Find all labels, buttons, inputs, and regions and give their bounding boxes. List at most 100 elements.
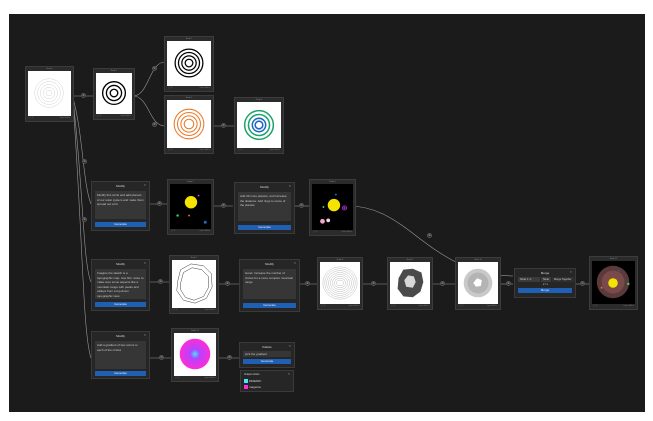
panel-title: Merge [540,271,550,275]
open-editor-button[interactable]: Open Editor [341,230,352,235]
plus-icon: ⊕ [160,355,163,359]
merge-input-a[interactable]: Node 1 / ▾ [518,277,540,282]
open-editor-button[interactable]: Open Editor [269,148,280,153]
node-canvas[interactable]: ⊕ ⊕ ⊕ ⊕ ⊕ ⊕ ⊕ ⊕ ⊕ ⊕ ⊕ ⊕ ⊕ ⊕ ⊕ ⊕ ⊕ ⊕ ⊕ So… [9,14,645,412]
source-node[interactable]: Source ▢ ⟲ Open Editor [25,66,74,122]
connector-pin[interactable]: ⊕ [221,203,226,208]
node-preview-image [28,71,71,116]
palette-panel: Palette ✕ pick the gradient Generate [239,342,295,368]
node-preview-image [172,260,216,308]
generate-button[interactable]: Generate [243,303,296,308]
merge-button[interactable]: Merge [518,288,572,293]
plus-icon: ⊕ [83,217,86,221]
plus-icon: ⊕ [300,203,303,207]
close-icon[interactable]: ✕ [287,372,290,376]
result-node[interactable]: Node 12 ▢ ⟲ Open Editor [589,256,638,310]
connector-pin[interactable]: ⊕ [427,233,432,238]
close-icon[interactable]: ✕ [143,183,146,187]
open-editor-button[interactable]: Open Editor [204,308,215,313]
node-footer-icons[interactable]: ▢ ⟲ [313,230,317,235]
connector-pin[interactable]: ⊕ [158,279,163,284]
generated-node[interactable]: Node 9 ▢ ⟲ Open Editor [387,257,433,310]
node-preview-image [320,262,360,304]
node-footer-icons[interactable]: ▢ ⟲ [175,376,179,381]
panel-title: Modify [116,334,125,338]
prompt-textarea[interactable]: Imagine the sketch is a topographic map.… [95,269,146,299]
generate-button[interactable]: Generate [238,225,291,230]
node-footer-icons[interactable]: ▢ ⟲ [238,148,242,153]
generated-node[interactable]: Node 11 ▢ ⟲ Open Editor [171,328,219,382]
connector-pin[interactable]: ⊕ [580,281,585,286]
connector-pin[interactable]: ⊕ [152,122,157,127]
generate-button[interactable]: Generate [95,302,146,307]
close-icon[interactable]: ✕ [288,184,291,188]
open-editor-button[interactable]: Open Editor [59,116,70,121]
prompt-textarea[interactable]: Add 40 more planets, and increase the di… [238,192,291,221]
plus-icon: ⊕ [441,281,444,285]
open-editor-button[interactable]: Open Editor [199,86,210,91]
open-editor-button[interactable]: Open Editor [120,114,131,119]
node-footer-icons[interactable]: ▢ ⟲ [171,229,175,234]
merge-input-b[interactable]: Node 2 / ▾ [541,277,551,286]
prompt-textarea[interactable]: Modify this circle and add planets of ou… [95,191,146,219]
generated-node[interactable]: Node 2 ▢ ⟲ Open Editor [164,36,214,92]
node-footer-icons[interactable]: ▢ ⟲ [391,304,395,309]
node-footer-icons[interactable]: ▢ ⟲ [321,304,325,309]
generated-node[interactable]: Node 8 ▢ ⟲ Open Editor [317,257,363,310]
node-footer-icons[interactable]: ▢ ⟲ [168,86,172,91]
generated-node[interactable]: Node 1 ▢ ⟲ Open Editor [93,68,135,120]
plus-icon: ⊕ [306,281,309,285]
connector-pin[interactable]: ⊕ [82,217,87,222]
generated-node[interactable]: Node 4 ▢ ⟲ Open Editor [234,97,284,154]
close-icon[interactable]: ✕ [143,333,146,337]
connector-pin[interactable]: ⊕ [225,281,230,286]
output-colors-title: Output colors [244,373,260,376]
node-preview-image [390,262,430,304]
swatch-label: magenta [249,385,261,389]
output-colors-panel: Output colors ✕ #46E6FF magenta [240,370,294,392]
connector-pin[interactable]: ⊕ [221,123,226,128]
generate-button[interactable]: Generate [243,359,291,364]
generate-button[interactable]: Generate [95,371,146,376]
connector-pin[interactable]: ⊕ [506,281,511,286]
close-icon[interactable]: ✕ [143,261,146,265]
plus-icon: ⊕ [153,66,156,70]
prompt-textarea[interactable]: Add a gradient of two colors to each of … [95,341,146,369]
connector-pin[interactable]: ⊕ [159,355,164,360]
connector-pin[interactable]: ⊕ [299,203,304,208]
node-footer-icons[interactable]: ▢ ⟲ [459,304,463,309]
node-footer-icons[interactable]: ▢ ⟲ [593,304,597,309]
close-icon[interactable]: ✕ [288,344,291,348]
connector-pin[interactable]: ⊕ [440,281,445,286]
generated-node[interactable]: Node 5 ▢ ⟲ Open Editor [167,179,214,235]
open-editor-button[interactable]: Open Editor [204,376,215,381]
connector-pin[interactable]: ⊕ [305,281,310,286]
prompt-textarea[interactable]: Good. Increase the number of circles for… [243,269,296,299]
connector-pin[interactable]: ⊕ [81,93,86,98]
generate-button[interactable]: Generate [95,222,146,227]
generated-node[interactable]: Node 6 ▢ ⟲ Open Editor [309,179,356,236]
node-footer-icons[interactable]: ▢ ⟲ [168,148,172,153]
node-footer-icons[interactable]: ▢ ⟲ [97,114,101,119]
open-editor-button[interactable]: Open Editor [486,304,497,309]
color-swatch-row[interactable]: magenta [244,385,261,390]
generated-node[interactable]: Node 7 ▢ ⟲ Open Editor [169,255,219,314]
palette-prompt-field[interactable]: pick the gradient [243,351,291,357]
open-editor-button[interactable]: Open Editor [199,229,210,234]
open-editor-button[interactable]: Open Editor [623,304,634,309]
color-swatch-row[interactable]: #46E6FF [244,379,261,384]
close-icon[interactable]: ✕ [569,270,572,274]
open-editor-button[interactable]: Open Editor [348,304,359,309]
connector-pin[interactable]: ⊕ [82,159,87,164]
connector-pin[interactable]: ⊕ [227,355,232,360]
close-icon[interactable]: ✕ [293,261,296,265]
connector-pin[interactable]: ⊕ [152,66,157,71]
generated-node[interactable]: Node 3 ▢ ⟲ Open Editor [164,95,214,154]
connector-pin[interactable]: ⊕ [157,201,162,206]
generated-node[interactable]: Node 10 ▢ ⟲ Open Editor [455,257,501,310]
node-footer-icons[interactable]: ▢ ⟲ [173,308,177,313]
open-editor-button[interactable]: Open Editor [418,304,429,309]
connector-pin[interactable]: ⊕ [371,281,376,286]
open-editor-button[interactable]: Open Editor [199,148,210,153]
node-footer-icons[interactable]: ▢ ⟲ [29,116,33,121]
